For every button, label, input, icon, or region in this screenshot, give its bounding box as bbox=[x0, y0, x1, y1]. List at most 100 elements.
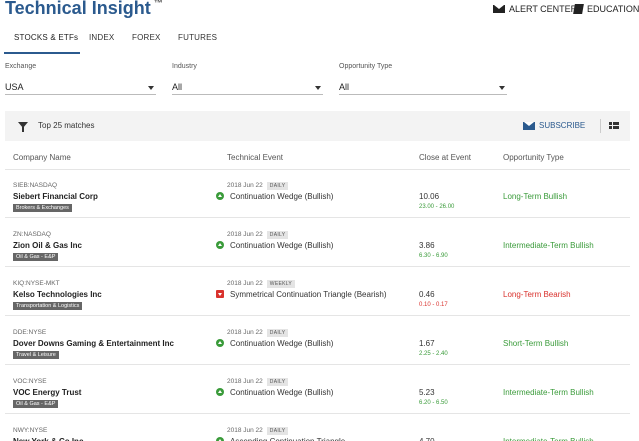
company-name[interactable]: Siebert Financial Corp bbox=[13, 192, 98, 201]
exchange-ticker: NWY:NYSE bbox=[13, 427, 48, 434]
frequency-badge: DAILY bbox=[266, 427, 289, 435]
bullish-arrow-icon bbox=[216, 437, 224, 441]
mail-icon bbox=[523, 121, 535, 130]
technical-event[interactable]: Continuation Wedge (Bullish) bbox=[230, 192, 333, 201]
sector-badge: Transportation & Logistics bbox=[13, 302, 83, 310]
filter-icon[interactable] bbox=[18, 122, 28, 132]
grid-view-icon[interactable] bbox=[609, 122, 619, 129]
opportunity-filter-label: Opportunity Type bbox=[339, 63, 393, 70]
toolbar-divider bbox=[600, 119, 601, 133]
close-price: 10.06 bbox=[419, 192, 440, 201]
company-name[interactable]: Kelso Technologies Inc bbox=[13, 290, 102, 299]
exchange-ticker: ZN:NASDAQ bbox=[13, 231, 51, 238]
sector-badge: Oil & Gas - E&P bbox=[13, 253, 59, 261]
trademark-mark: ™ bbox=[153, 0, 163, 8]
table-row[interactable]: DDE:NYSE Dover Downs Gaming & Entertainme… bbox=[5, 317, 630, 365]
sector-badge: Oil & Gas - E&P bbox=[13, 400, 59, 408]
event-date: 2018 Jun 22 DAILY bbox=[227, 182, 289, 190]
column-header-close: Close at Event bbox=[419, 153, 472, 162]
app-header: Technical Insight ™ ALERT CENTER EDUCATIO… bbox=[0, 0, 639, 22]
app-title: Technical Insight ™ bbox=[5, 0, 163, 18]
opportunity-type: Intermediate-Term Bullish bbox=[503, 241, 594, 250]
subscribe-button[interactable]: SUBSCRIBE bbox=[523, 121, 585, 130]
exchange-select-value: USA bbox=[5, 82, 24, 92]
tab-index[interactable]: INDEX bbox=[80, 26, 122, 54]
sector-badge: Travel & Leisure bbox=[13, 351, 59, 359]
frequency-badge: DAILY bbox=[266, 329, 289, 337]
target-range: 2.25 - 2.40 bbox=[419, 351, 448, 357]
industry-filter: Industry All bbox=[172, 63, 323, 95]
tab-forex[interactable]: FOREX bbox=[122, 26, 166, 54]
bullish-arrow-icon bbox=[216, 388, 224, 396]
technical-event[interactable]: Continuation Wedge (Bullish) bbox=[230, 339, 333, 348]
company-name[interactable]: Zion Oil & Gas Inc bbox=[13, 241, 82, 250]
company-name[interactable]: Dover Downs Gaming & Entertainment Inc bbox=[13, 339, 174, 348]
opportunity-type: Long-Term Bullish bbox=[503, 192, 568, 201]
technical-event[interactable]: Continuation Wedge (Bullish) bbox=[230, 241, 333, 250]
tab-futures[interactable]: FUTURES bbox=[166, 26, 226, 54]
exchange-ticker: SIEB:NASDAQ bbox=[13, 182, 58, 189]
exchange-ticker: KIQ:NYSE-MKT bbox=[13, 280, 60, 287]
opportunity-type: Short-Term Bullish bbox=[503, 339, 569, 348]
technical-event[interactable]: Symmetrical Continuation Triangle (Beari… bbox=[230, 290, 387, 299]
industry-select[interactable]: All bbox=[172, 80, 323, 95]
frequency-badge: DAILY bbox=[266, 182, 289, 190]
opportunity-type: Long-Term Bearish bbox=[503, 290, 571, 299]
table-row[interactable]: VOC:NYSE VOC Energy Trust Oil & Gas - E&P 2… bbox=[5, 366, 630, 414]
chevron-down-icon bbox=[499, 86, 505, 90]
opportunity-select[interactable]: All bbox=[339, 80, 507, 95]
bullish-arrow-icon bbox=[216, 339, 224, 347]
event-date-text: 2018 Jun 22 bbox=[227, 182, 263, 189]
column-header-event: Technical Event bbox=[227, 153, 284, 162]
technical-event[interactable]: Ascending Continuation Triangle bbox=[230, 437, 345, 441]
table-row[interactable]: SIEB:NASDAQ Siebert Financial Corp Brokers… bbox=[5, 170, 630, 218]
bearish-arrow-icon bbox=[216, 290, 224, 298]
chevron-down-icon bbox=[315, 86, 321, 90]
match-count: Top 25 matches bbox=[38, 121, 95, 130]
mail-icon bbox=[493, 5, 505, 13]
opportunity-type: Intermediate-Term Bullish bbox=[503, 437, 594, 441]
bullish-arrow-icon bbox=[216, 192, 224, 200]
opportunity-filter: Opportunity Type All bbox=[339, 63, 507, 95]
exchange-ticker: VOC:NYSE bbox=[13, 378, 47, 385]
opportunity-type: Intermediate-Term Bullish bbox=[503, 388, 594, 397]
close-price: 5.23 bbox=[419, 388, 435, 397]
tab-stocks-etfs[interactable]: STOCKS & ETFs bbox=[4, 26, 80, 54]
close-price: 4.70 bbox=[419, 437, 435, 441]
sector-badge: Brokers & Exchanges bbox=[13, 204, 72, 212]
company-name[interactable]: New York & Co Inc bbox=[13, 437, 83, 441]
event-date: 2018 Jun 22 DAILY bbox=[227, 329, 289, 337]
opportunity-select-value: All bbox=[339, 82, 350, 92]
technical-event[interactable]: Continuation Wedge (Bullish) bbox=[230, 388, 333, 397]
target-range: 6.30 - 6.90 bbox=[419, 253, 448, 259]
exchange-filter-label: Exchange bbox=[5, 63, 37, 70]
close-price: 3.86 bbox=[419, 241, 435, 250]
company-name[interactable]: VOC Energy Trust bbox=[13, 388, 81, 397]
table-row[interactable]: NWY:NYSE New York & Co Inc 2018 Jun 22DAIL… bbox=[5, 415, 630, 441]
page: Technical Insight ™ ALERT CENTER EDUCATIO… bbox=[0, 0, 639, 441]
event-date-text: 2018 Jun 22 bbox=[227, 378, 263, 385]
table-row[interactable]: KIQ:NYSE-MKT Kelso Technologies Inc Transp… bbox=[5, 268, 630, 316]
table-row[interactable]: ZN:NASDAQ Zion Oil & Gas Inc Oil & Gas - E… bbox=[5, 219, 630, 267]
results-toolbar: Top 25 matches SUBSCRIBE bbox=[5, 111, 630, 141]
education-link[interactable]: EDUCATION bbox=[573, 4, 639, 14]
event-date: 2018 Jun 22 WEEKLY bbox=[227, 280, 296, 288]
close-price: 1.67 bbox=[419, 339, 435, 348]
education-label: EDUCATION bbox=[587, 4, 639, 14]
exchange-ticker: DDE:NYSE bbox=[13, 329, 47, 336]
column-header-opportunity: Opportunity Type bbox=[503, 153, 564, 162]
event-date-text: 2018 Jun 22 bbox=[227, 329, 263, 336]
target-range: 23.00 - 26.00 bbox=[419, 204, 455, 210]
frequency-badge: DAILY bbox=[266, 231, 289, 239]
target-range: 0.10 - 0.17 bbox=[419, 302, 448, 308]
column-header-company: Company Name bbox=[13, 153, 71, 162]
industry-select-value: All bbox=[172, 82, 183, 92]
bullish-arrow-icon bbox=[216, 241, 224, 249]
alert-center-link[interactable]: ALERT CENTER bbox=[493, 4, 577, 14]
event-date-text: 2018 Jun 22 bbox=[227, 231, 263, 238]
frequency-badge: DAILY bbox=[266, 378, 289, 386]
target-range: 6.20 - 6.50 bbox=[419, 400, 448, 406]
asset-tabs: STOCKS & ETFs INDEX FOREX FUTURES bbox=[4, 26, 226, 54]
chevron-down-icon bbox=[148, 86, 154, 90]
exchange-select[interactable]: USA bbox=[5, 80, 156, 95]
